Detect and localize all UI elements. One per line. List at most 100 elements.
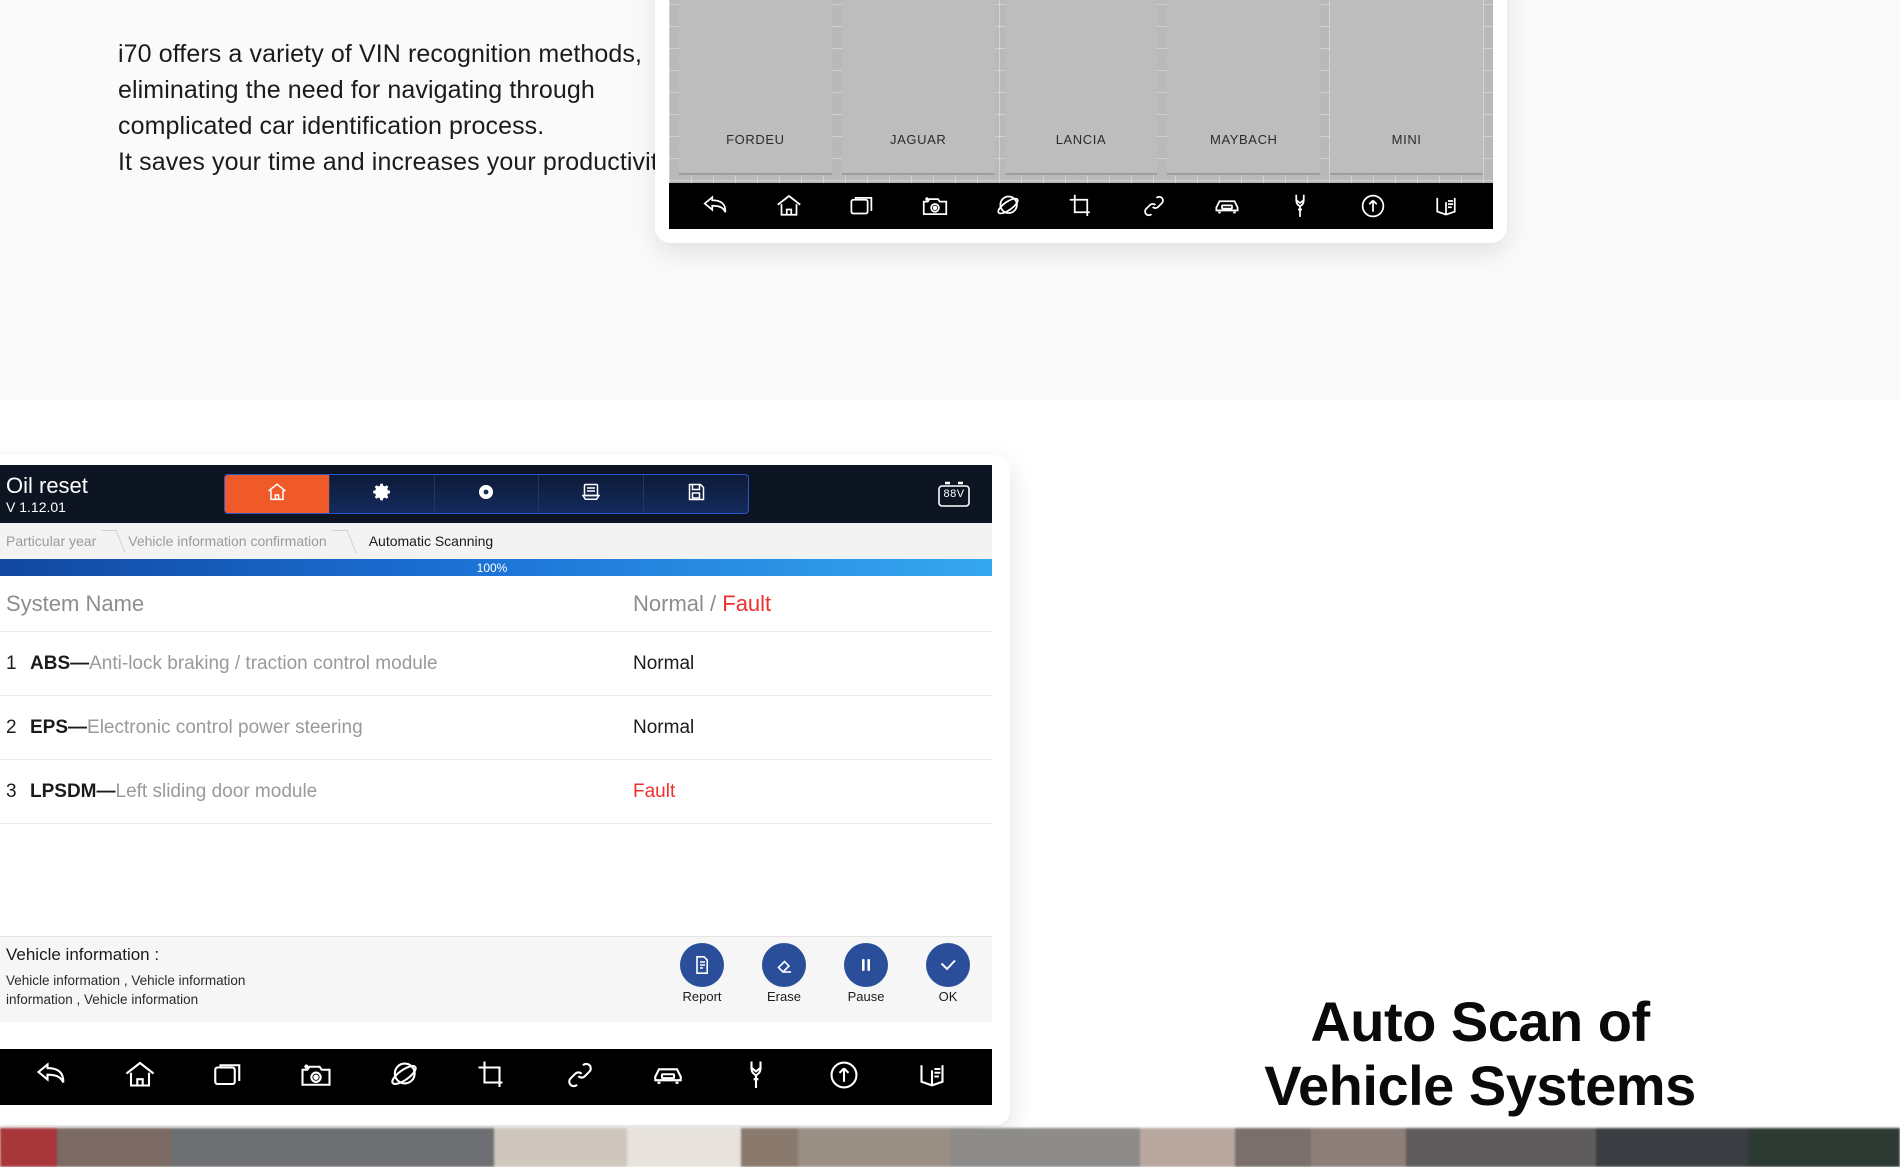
erase-button[interactable]: Erase (756, 943, 812, 1004)
camera-icon[interactable] (298, 1057, 334, 1098)
tablet-top-navbar (669, 183, 1493, 229)
status-normal-label: Normal (633, 591, 704, 616)
crop-icon[interactable] (1066, 191, 1096, 221)
scan-progress-label: 100% (477, 561, 508, 575)
app-version: V 1.12.01 (6, 499, 88, 516)
row-system-name: EPS—Electronic control power steering (30, 717, 633, 739)
toolbar-tabs (224, 474, 749, 514)
top-section: i70 offers a variety of VIN recognition … (0, 0, 1900, 400)
promo-page: i70 offers a variety of VIN recognition … (0, 0, 1900, 1167)
record-icon (474, 480, 498, 509)
row-index: 1 (6, 653, 30, 675)
brand-grid: FORDEU JAGUAR LANCIA MAYBACH MINI (669, 0, 1493, 183)
report-icon (680, 943, 724, 987)
pause-button-label: Pause (838, 989, 894, 1004)
scanner-screen: Oil reset V 1.12.01 (0, 465, 992, 1105)
autoscan-section: Oil reset V 1.12.01 (0, 400, 1900, 1120)
upload-icon[interactable] (826, 1057, 862, 1098)
car-icon[interactable] (650, 1057, 686, 1098)
back-icon[interactable] (34, 1057, 70, 1098)
breadcrumb-separator-icon (104, 523, 120, 559)
row-system-desc: Left sliding door module (116, 781, 318, 802)
row-dash: — (68, 717, 87, 738)
car-icon[interactable] (1212, 191, 1242, 221)
report-button-label: Report (674, 989, 730, 1004)
settings-tab[interactable] (330, 475, 435, 513)
home-icon (265, 480, 289, 509)
printer-icon (579, 480, 603, 509)
row-system-desc: Anti-lock braking / traction control mod… (89, 653, 438, 674)
crop-icon[interactable] (474, 1057, 510, 1098)
status-fault-label: Fault (722, 591, 771, 616)
home-icon[interactable] (122, 1057, 158, 1098)
row-system-code: EPS (30, 717, 68, 738)
headline-line-1: Auto Scan of (1080, 990, 1880, 1054)
row-dash: — (70, 653, 89, 674)
table-empty-space (0, 824, 992, 936)
row-system-desc: Electronic control power steering (87, 717, 363, 738)
table-row[interactable]: 2 EPS—Electronic control power steering … (0, 696, 992, 760)
breadcrumb-item-vehicle-info[interactable]: Vehicle information confirmation (120, 533, 334, 549)
save-icon (684, 480, 708, 509)
upload-icon[interactable] (1358, 191, 1388, 221)
brand-cell-jaguar[interactable]: JAGUAR (842, 0, 995, 175)
row-status: Fault (633, 781, 978, 803)
scanner-tablet-device: Oil reset V 1.12.01 (0, 455, 1010, 1125)
column-header-system-name: System Name (6, 591, 633, 617)
back-icon[interactable] (701, 191, 731, 221)
breadcrumb-item-automatic-scanning: Automatic Scanning (351, 533, 502, 549)
row-status: Normal (633, 717, 978, 739)
ok-button[interactable]: OK (920, 943, 976, 1004)
vin-tablet-device: FORDEU JAGUAR LANCIA MAYBACH MINI Ok (655, 0, 1507, 243)
app-title: Oil reset V 1.12.01 (6, 473, 88, 515)
column-header-status: Normal / Fault (633, 591, 978, 617)
row-dash: — (97, 781, 116, 802)
battery-voltage-label: 88V (943, 488, 964, 500)
breadcrumb-item-particular-year[interactable]: Particular year (0, 533, 104, 549)
eraser-icon (762, 943, 806, 987)
brand-cell-fordeu[interactable]: FORDEU (679, 0, 832, 175)
system-table-header: System Name Normal / Fault (0, 576, 992, 632)
footer-action-buttons: Report Erase Pause OK (674, 943, 976, 1004)
scan-progress-bar: 100% (0, 559, 992, 576)
app-name: Oil reset (6, 473, 88, 499)
erase-button-label: Erase (756, 989, 812, 1004)
row-system-name: LPSDM—Left sliding door module (30, 781, 633, 803)
brand-cell-maybach[interactable]: MAYBACH (1167, 0, 1320, 175)
recent-apps-icon[interactable] (847, 191, 877, 221)
table-row[interactable]: 1 ABS—Anti-lock braking / traction contr… (0, 632, 992, 696)
recent-apps-icon[interactable] (210, 1057, 246, 1098)
headline-line-2: Vehicle Systems (1080, 1054, 1880, 1118)
camera-icon[interactable] (920, 191, 950, 221)
gear-icon (370, 480, 394, 509)
wrench-icon[interactable] (1285, 191, 1315, 221)
pause-icon (844, 943, 888, 987)
link-icon[interactable] (562, 1057, 598, 1098)
print-tab[interactable] (539, 475, 644, 513)
row-system-code: LPSDM (30, 781, 97, 802)
table-row[interactable]: 3 LPSDM—Left sliding door module Fault (0, 760, 992, 824)
link-icon[interactable] (1139, 191, 1169, 221)
row-system-name: ABS—Anti-lock braking / traction control… (30, 653, 633, 675)
manual-icon[interactable] (914, 1057, 950, 1098)
check-icon (926, 943, 970, 987)
browser-icon[interactable] (993, 191, 1023, 221)
brand-cell-lancia[interactable]: LANCIA (1005, 0, 1158, 175)
scanner-navbar (0, 1049, 992, 1105)
browser-icon[interactable] (386, 1057, 422, 1098)
row-index: 2 (6, 717, 30, 739)
manual-icon[interactable] (1431, 191, 1461, 221)
wrench-icon[interactable] (738, 1057, 774, 1098)
home-tab[interactable] (225, 475, 330, 513)
home-icon[interactable] (774, 191, 804, 221)
battery-voltage-indicator: 88V (934, 479, 974, 509)
save-tab[interactable] (644, 475, 748, 513)
breadcrumb-separator-icon (335, 523, 351, 559)
record-tab[interactable] (435, 475, 540, 513)
brand-cell-mini[interactable]: MINI (1330, 0, 1483, 175)
pause-button[interactable]: Pause (838, 943, 894, 1004)
row-system-code: ABS (30, 653, 70, 674)
page-title: Auto Scan of Vehicle Systems (1080, 990, 1880, 1119)
vin-tablet-screen: FORDEU JAGUAR LANCIA MAYBACH MINI Ok (669, 0, 1493, 229)
report-button[interactable]: Report (674, 943, 730, 1004)
